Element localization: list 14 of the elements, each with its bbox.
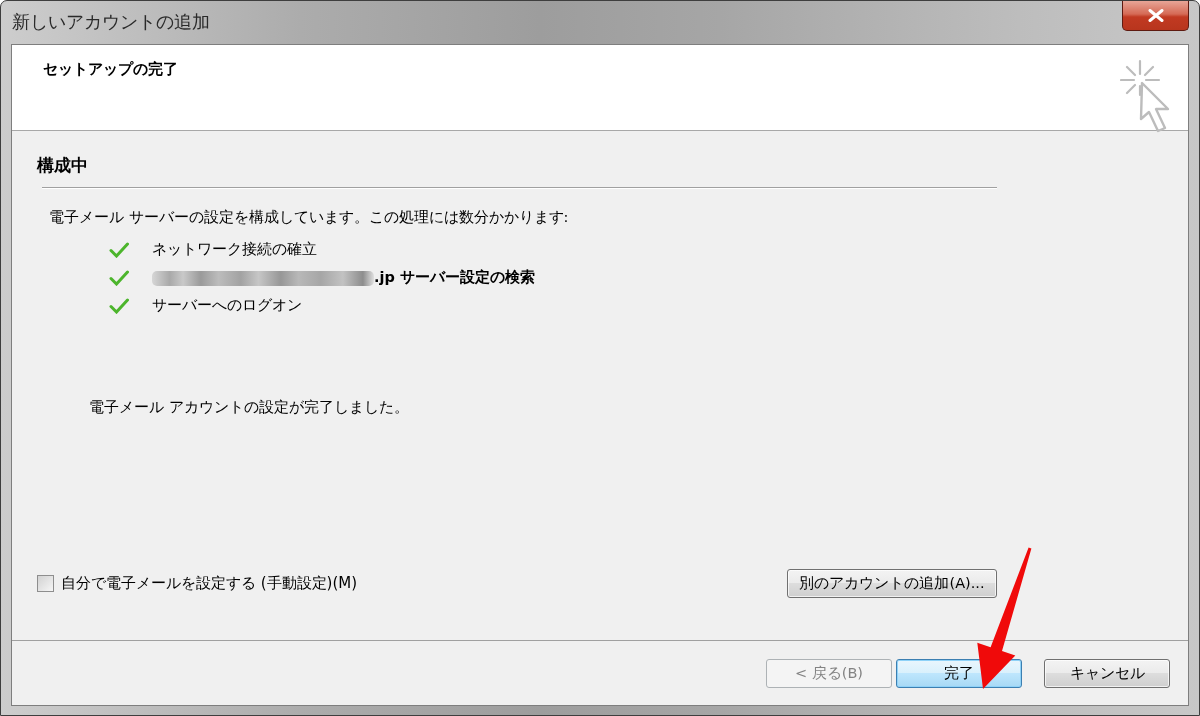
- cancel-button[interactable]: キャンセル: [1044, 659, 1170, 688]
- step-label: .jp サーバー設定の検索: [374, 268, 535, 288]
- close-button[interactable]: [1122, 1, 1189, 31]
- add-account-button[interactable]: 別のアカウントの追加(A)...: [787, 569, 997, 598]
- header-title: セットアップの完了: [43, 59, 178, 79]
- checkbox-label[interactable]: 自分で電子メールを設定する (手動設定)(M): [61, 572, 358, 595]
- window-title: 新しいアカウントの追加: [11, 11, 210, 35]
- section-title: 構成中: [37, 154, 88, 176]
- step-label: ネットワーク接続の確立: [152, 240, 317, 260]
- status-description: 電子メール サーバーの設定を構成しています。この処理には数分かかります:: [49, 208, 569, 227]
- step-label: サーバーへのログオン: [152, 296, 302, 316]
- checkbox[interactable]: [37, 575, 54, 592]
- completion-message: 電子メール アカウントの設定が完了しました。: [89, 398, 409, 417]
- close-icon: [1147, 9, 1164, 22]
